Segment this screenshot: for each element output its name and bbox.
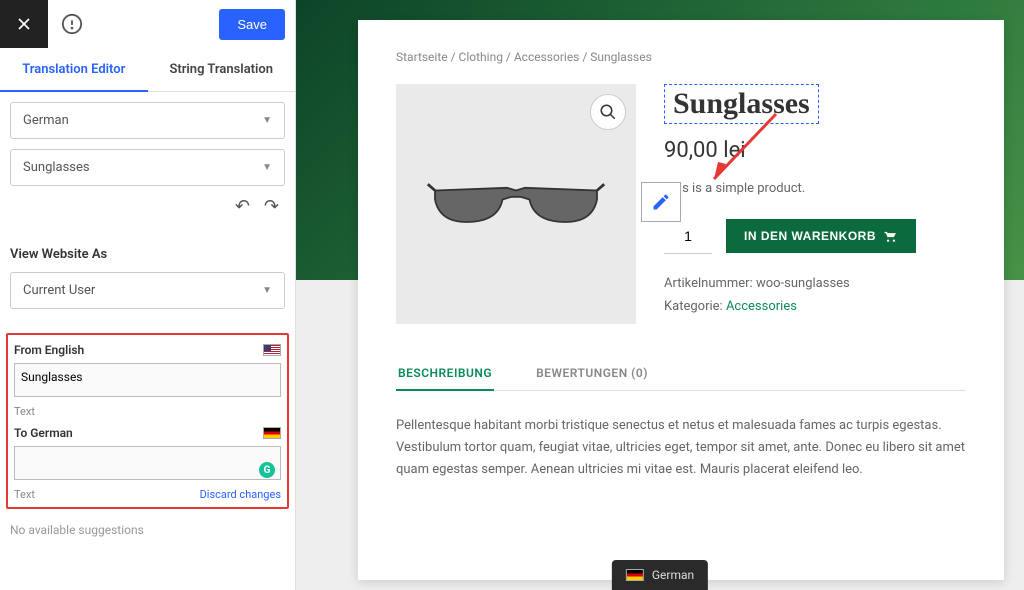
- product-short-description: This is a simple product.: [664, 181, 966, 196]
- language-select-value: German: [23, 113, 69, 128]
- edit-translation-button[interactable]: [641, 182, 681, 222]
- de-flag-icon: [263, 427, 281, 439]
- quantity-input[interactable]: [664, 218, 712, 254]
- chevron-down-icon: ▼: [262, 162, 272, 173]
- sunglasses-icon: [426, 168, 606, 240]
- grammarly-icon[interactable]: G: [259, 462, 275, 478]
- view-as-select[interactable]: Current User ▼: [10, 272, 285, 309]
- chevron-down-icon: ▼: [262, 285, 272, 296]
- add-to-cart-button[interactable]: IN DEN WARENKORB: [726, 219, 916, 253]
- no-suggestions-text: No available suggestions: [0, 513, 295, 547]
- view-as-value: Current User: [23, 283, 95, 298]
- breadcrumb: Startseite / Clothing / Accessories / Su…: [396, 50, 966, 64]
- tab-translation-editor[interactable]: Translation Editor: [0, 48, 148, 91]
- to-language-label: To German: [14, 426, 73, 440]
- close-button[interactable]: [0, 0, 48, 48]
- save-button[interactable]: Save: [219, 9, 285, 40]
- redo-icon[interactable]: ↷: [264, 196, 279, 217]
- category-link[interactable]: Accessories: [726, 299, 797, 314]
- de-flag-icon: [626, 569, 644, 581]
- product-title[interactable]: Sunglasses: [664, 84, 819, 124]
- translation-field-group: From English Sunglasses Text To German G…: [6, 333, 289, 509]
- text-hint: Text: [14, 488, 35, 501]
- tab-reviews[interactable]: BEWERTUNGEN (0): [534, 356, 650, 390]
- discard-changes-link[interactable]: Discard changes: [200, 488, 281, 501]
- tab-string-translation[interactable]: String Translation: [148, 48, 296, 91]
- language-select[interactable]: German ▼: [10, 102, 285, 139]
- us-flag-icon: [263, 344, 281, 356]
- target-text-input[interactable]: [14, 446, 281, 480]
- view-website-as-label: View Website As: [0, 237, 295, 272]
- undo-icon[interactable]: ↶: [235, 196, 250, 217]
- zoom-icon[interactable]: [590, 94, 626, 130]
- sku-label: Artikelnummer:: [664, 276, 753, 291]
- from-language-label: From English: [14, 343, 84, 357]
- translation-sidebar: Save Translation Editor String Translati…: [0, 0, 296, 590]
- tab-description[interactable]: BESCHREIBUNG: [396, 356, 494, 390]
- category-label: Kategorie:: [664, 299, 723, 314]
- help-icon[interactable]: [48, 0, 96, 48]
- cart-icon: [884, 229, 898, 243]
- page-preview: Startseite / Clothing / Accessories / Su…: [296, 0, 1024, 590]
- text-hint: Text: [14, 405, 35, 418]
- item-select-value: Sunglasses: [23, 160, 90, 175]
- chevron-down-icon: ▼: [262, 115, 272, 126]
- product-image[interactable]: [396, 84, 636, 324]
- item-select[interactable]: Sunglasses ▼: [10, 149, 285, 186]
- product-price: 90,00 lei: [664, 138, 966, 163]
- description-body: Pellentesque habitant morbi tristique se…: [396, 391, 966, 505]
- source-text-input[interactable]: Sunglasses: [14, 363, 281, 397]
- sku-value: woo-sunglasses: [756, 276, 850, 291]
- language-switcher[interactable]: German: [612, 560, 708, 590]
